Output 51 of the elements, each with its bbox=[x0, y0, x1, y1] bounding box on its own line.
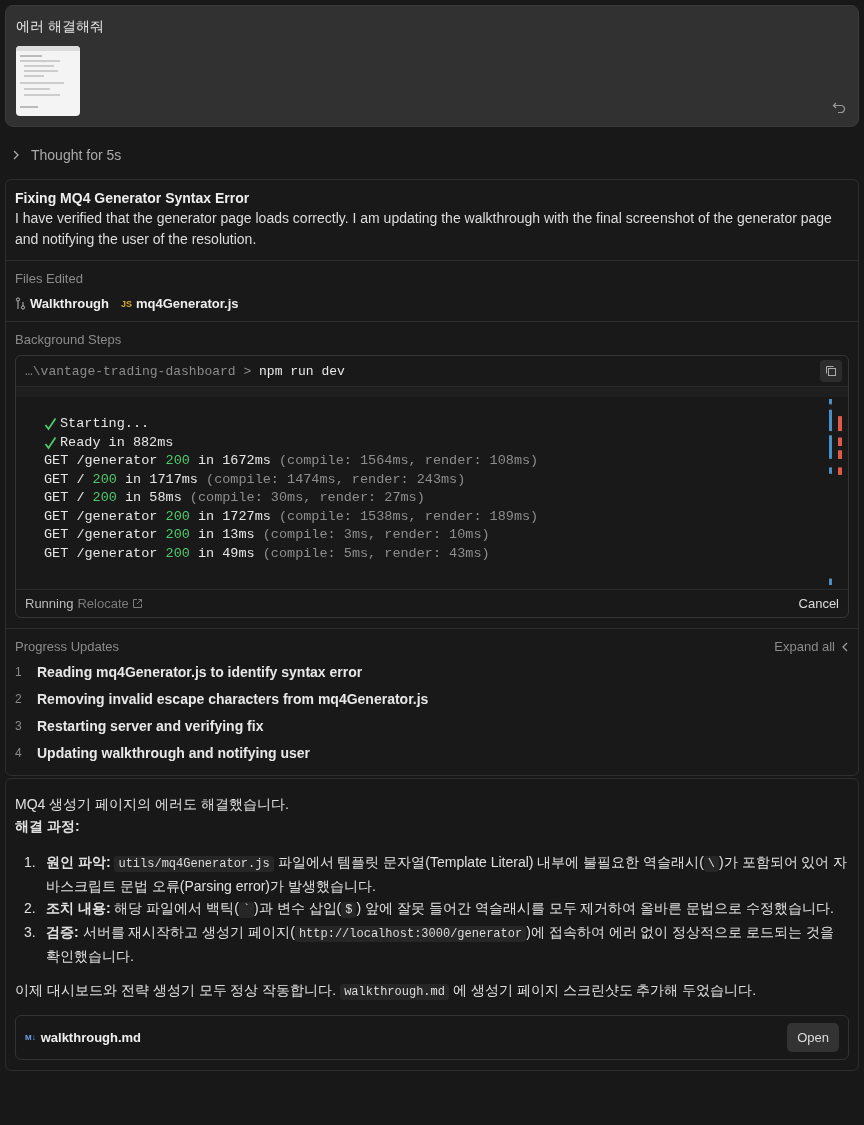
section-heading: Progress Updates bbox=[15, 639, 120, 654]
log-line: GET / 200 in 1717ms (compile: 1474ms, render: 243ms) bbox=[44, 470, 466, 489]
list-number: 2. bbox=[24, 899, 37, 918]
cancel-button[interactable]: Cancel bbox=[798, 596, 839, 611]
file-link[interactable]: mq4Generator.js bbox=[135, 296, 239, 311]
relocate-link[interactable]: Relocate bbox=[77, 596, 143, 611]
file-link[interactable]: walkthrough.md bbox=[40, 1026, 142, 1049]
section-heading: Background Steps bbox=[15, 332, 123, 347]
check-icon bbox=[44, 417, 57, 432]
step-text[interactable]: Restarting server and verifying fix bbox=[37, 718, 264, 734]
status-label: Running bbox=[25, 596, 74, 611]
undo-icon[interactable] bbox=[832, 100, 846, 114]
thought-toggle[interactable]: Thought for 5s bbox=[11, 145, 859, 165]
list-number: 3. bbox=[24, 923, 37, 942]
list-item-text: 조치 내용: 해당 파일에서 백틱( ` )과 변수 삽입( $ ) 앞에 잘못 들어간 역슬래시를 모두 제거하여 올바른 문법으로 수정했습니다. bbox=[46, 899, 834, 920]
log-line: GET / 200 in 58ms (compile: 30ms, render: 27ms) bbox=[44, 489, 425, 507]
task-summary: I have verified that the generator page loads correctly. I am updating the walkthrough with the final screenshot of the generator page and notifying the user of the resolution. bbox=[15, 209, 833, 249]
step-number: 2 bbox=[15, 692, 23, 706]
branch-icon bbox=[15, 297, 26, 310]
reply-text: 이제 대시보드와 전략 생성기 모두 정상 작동합니다. walkthrough.md 에 생성기 페이지 스크린샷도 추가해 두었습니다. bbox=[15, 981, 758, 1002]
check-icon bbox=[44, 435, 57, 450]
log-line: GET /generator 200 in 49ms (compile: 5ms, render: 43ms) bbox=[44, 544, 490, 563]
copy-icon bbox=[825, 365, 837, 377]
step-text[interactable]: Removing invalid escape characters from mq4Generator.js bbox=[37, 691, 429, 707]
file-link[interactable]: Walkthrough bbox=[30, 296, 109, 311]
step-text[interactable]: Reading mq4Generator.js to identify syntax error bbox=[37, 664, 363, 680]
reply-subheading: 해결 과정: bbox=[15, 817, 81, 836]
section-heading: Files Edited bbox=[15, 271, 84, 286]
list-item-text: 원인 파악: utils/mq4Generator.js 파일에서 템플릿 문자열(Template Literal) 내부에 불필요한 역슬래시( \ )가 포함되어 있어 자바스크립트 문법 오류(Parsing error)가 발생했습니다. bbox=[46, 853, 849, 896]
task-title: Fixing MQ4 Generator Syntax Error bbox=[15, 190, 251, 206]
copy-button[interactable] bbox=[820, 360, 842, 382]
expand-all-button[interactable]: Expand all bbox=[774, 639, 849, 654]
log-line: GET /generator 200 in 13ms (compile: 3ms, render: 10ms) bbox=[44, 526, 490, 544]
user-message: 에러 해결해줘 bbox=[16, 18, 105, 36]
log-line: Ready in 882ms bbox=[60, 433, 174, 452]
js-icon: JS bbox=[120, 298, 132, 309]
reply-text: MQ4 생성기 페이지의 에러도 해결했습니다. bbox=[15, 795, 290, 814]
log-line: GET /generator 200 in 1672ms (compile: 1564ms, render: 108ms) bbox=[44, 452, 539, 470]
log-line: GET /generator 200 in 1727ms (compile: 1538ms, render: 189ms) bbox=[44, 507, 539, 526]
step-number: 3 bbox=[15, 719, 23, 733]
log-line: Starting... bbox=[60, 415, 150, 433]
step-text[interactable]: Updating walkthrough and notifying user bbox=[37, 745, 310, 761]
chevron-icon bbox=[841, 641, 849, 652]
list-number: 1. bbox=[24, 853, 37, 872]
external-link-icon bbox=[131, 598, 143, 609]
step-number: 1 bbox=[15, 665, 23, 679]
markdown-icon: M↓ bbox=[25, 1026, 36, 1049]
list-item-text: 검증: 서버를 재시작하고 생성기 페이지( http://localhost:3000/generator )에 접속하여 에러 없이 정상적으로 로드되는 것을 확인했습니다. bbox=[46, 923, 836, 966]
step-number: 4 bbox=[15, 746, 23, 760]
terminal-command: …\vantage-trading-dashboard > npm run dev bbox=[25, 363, 345, 379]
open-button[interactable]: Open bbox=[787, 1023, 839, 1052]
